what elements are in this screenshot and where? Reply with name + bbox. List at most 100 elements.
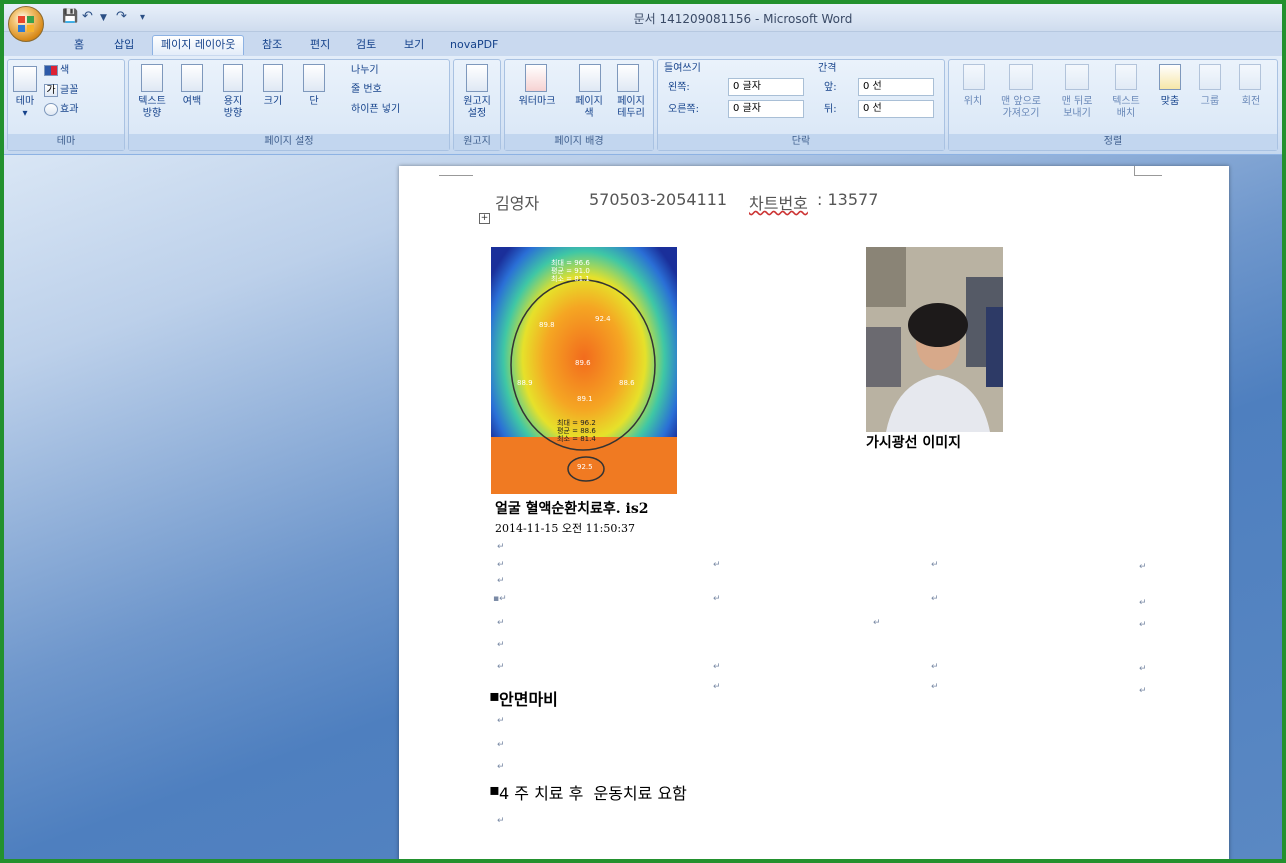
photo-caption: 가시광선 이미지 [866,435,962,451]
margins-button[interactable]: 여백 [175,96,209,108]
spacing-after-input[interactable]: 0 선 [858,100,934,118]
tab-references[interactable]: 참조 [254,36,290,56]
effects-icon [44,103,58,116]
indent-left-input[interactable]: 0 글자 [728,78,804,96]
paragraph-mark-icon: ↵ [713,662,721,672]
paragraph-mark-icon: ↵ [931,662,939,672]
paragraph-mark-icon: ↵ [497,762,505,772]
spacing-after-label: 뒤: [824,104,837,115]
paragraph-mark-icon: ↵ [497,662,505,672]
align-button[interactable]: 맞춤 [1151,96,1189,108]
ribbon-tabs: 홈 삽입 페이지 레이아웃 참조 편지 검토 보기 novaPDF [4,32,1282,56]
indent-right-input[interactable]: 0 글자 [728,100,804,118]
page-color-button[interactable]: 페이지 색 [567,96,611,120]
paragraph-mark-icon: ↵ [1139,562,1147,572]
hyphenation-button[interactable]: 하이픈 넣기 [351,104,447,116]
position-button[interactable]: 위치 [955,96,991,108]
send-back-icon [1065,64,1089,90]
indent-right-label: 오른쪽: [668,104,699,115]
tab-review[interactable]: 검토 [348,36,384,56]
tab-view[interactable]: 보기 [396,36,432,56]
paragraph-mark-icon: ↵ [497,618,505,628]
orientation-icon [223,64,243,92]
thermal-stats-bottom: 최대 = 96.2 평균 = 88.6 최소 = 81.4 [557,419,596,443]
theme-button[interactable]: 테마 [10,96,40,108]
rotate-button[interactable]: 회전 [1233,96,1269,108]
manuscript-group-label: 원고지 [454,134,500,150]
chart-number-value: : 13577 [817,190,879,209]
thermal-point-4: 88.9 [517,379,533,387]
page-background-group: 워터마크 페이지 색 페이지 테두리 페이지 배경 [504,59,654,151]
thermal-image: 최대 = 96.6 평균 = 91.0 최소 = 81.1 89.8 92.4 … [491,247,677,494]
size-icon [263,64,283,92]
text-direction-icon [141,64,163,92]
thermal-date: 2014-11-15 오전 11:50:37 [495,522,636,535]
office-button[interactable] [8,6,44,42]
manuscript-setup-button[interactable]: 원고지 설정 [454,96,500,120]
thermal-point-2: 92.4 [595,315,611,323]
page-setup-group-label: 페이지 설정 [129,134,449,150]
patient-name: 김영자 [495,194,540,213]
thermal-point-1: 89.8 [539,321,555,329]
tab-mailings[interactable]: 편지 [302,36,338,56]
paragraph-mark-icon: ↵ [497,716,505,726]
patient-photo-graphic [866,247,1003,432]
visible-light-photo [866,247,1003,432]
text-direction-button[interactable]: 텍스트 방향 [129,96,175,120]
bring-front-button[interactable]: 맨 앞으로 가져오기 [993,96,1049,120]
group-button[interactable]: 그룹 [1193,96,1227,108]
paragraph-mark-icon: ↵ [1139,664,1147,674]
indent-left-label: 왼쪽: [668,82,690,93]
paragraph-mark-icon: ↵ [931,594,939,604]
thermal-point-5: 89.1 [577,395,593,403]
send-back-button[interactable]: 맨 뒤로 보내기 [1051,96,1103,120]
page-corner-mark-left [439,166,473,176]
tab-insert[interactable]: 삽입 [106,36,142,56]
align-icon [1159,64,1181,90]
effects-button[interactable]: 효과 [60,104,100,116]
manuscript-icon [466,64,488,92]
paragraph-mark-icon: ↵ [497,576,505,586]
page-color-icon [579,64,601,92]
line-numbers-button[interactable]: 줄 번호 [351,84,441,96]
colors-button[interactable]: 색 [60,65,90,77]
paragraph-mark-icon: ↵ [497,640,505,650]
window-title: 문서 141209081156 - Microsoft Word [633,12,853,26]
spacing-before-input[interactable]: 0 선 [858,78,934,96]
theme-icon [13,66,37,92]
table-move-handle-icon[interactable]: + [479,213,490,224]
paragraph-mark-icon: ↵ [713,682,721,692]
arrange-group: 위치 맨 앞으로 가져오기 맨 뒤로 보내기 텍스트 배치 맞춤 그룹 회전 정… [948,59,1278,151]
tab-home[interactable]: 홈 [66,36,92,56]
tab-page-layout[interactable]: 페이지 레이아웃 [152,35,245,55]
fonts-icon: 가 [44,84,58,97]
text-wrap-button[interactable]: 텍스트 배치 [1105,96,1147,120]
theme-group-label: 테마 [8,134,124,150]
text-wrap-icon [1115,64,1137,90]
paragraph-mark-icon: ▪↵ [493,594,507,604]
fonts-button[interactable]: 글꼴 [60,85,100,97]
orientation-button[interactable]: 용지 방향 [213,96,253,120]
theme-dropdown-icon[interactable]: ▾ [20,108,30,120]
page-borders-button[interactable]: 페이지 테두리 [609,96,653,120]
paragraph-mark-icon: ↵ [1139,620,1147,630]
rotate-icon [1239,64,1261,90]
document-page[interactable]: 김영자 570503-2054111 차트번호 : 13577 + 최대 = 9… [399,166,1229,863]
paragraph-mark-icon: ↵ [873,618,881,628]
thermal-caption: 얼굴 혈액순환치료후. is2 [495,501,649,517]
columns-button[interactable]: 단 [301,96,327,108]
columns-icon [303,64,325,92]
thermal-face-graphic [491,247,677,494]
title-bar: 💾 ↶ ▼ ↷ ▾ 문서 141209081156 - Microsoft Wo… [4,4,1282,32]
page-corner-mark-right [1134,166,1162,176]
size-button[interactable]: 크기 [257,96,289,108]
manuscript-group: 원고지 설정 원고지 [453,59,501,151]
watermark-button[interactable]: 워터마크 [509,96,565,108]
paragraph-mark-icon: ↵ [1139,686,1147,696]
paragraph-group: 들여쓰기 왼쪽: 0 글자 오른쪽: 0 글자 간격 앞: 0 선 뒤: 0 선… [657,59,945,151]
paragraph-mark-icon: ↵ [931,682,939,692]
breaks-button[interactable]: 나누기 [351,65,441,77]
chart-number-label: 차트번호 [749,194,808,213]
tab-novapdf[interactable]: novaPDF [442,36,506,56]
page-borders-icon [617,64,639,92]
